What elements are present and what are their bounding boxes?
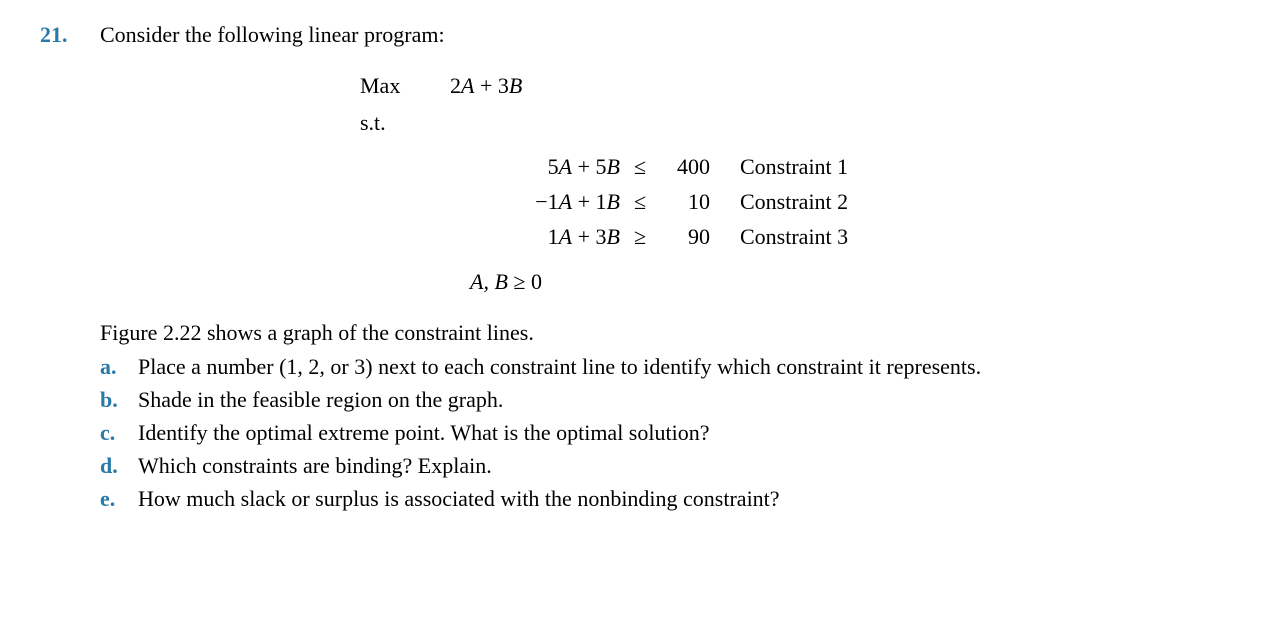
c3-coef2: 3 bbox=[596, 224, 607, 249]
obj-var2: B bbox=[509, 73, 522, 98]
question-number: 21. bbox=[40, 20, 100, 51]
constraint-label: Constraint 3 bbox=[740, 222, 848, 253]
constraint-op: ≥ bbox=[620, 222, 660, 253]
constraint-op: ≤ bbox=[620, 187, 660, 218]
subpart-letter: a. bbox=[100, 352, 138, 383]
constraint-rhs: 400 bbox=[660, 152, 710, 183]
constraint-label: Constraint 2 bbox=[740, 187, 848, 218]
constraints-block: 5A + 5B ≤ 400 Constraint 1 −1A + 1B ≤ 10… bbox=[420, 152, 1222, 252]
subpart-a: a. Place a number (1, 2, or 3) next to e… bbox=[100, 352, 1222, 383]
c1-coef1: 5 bbox=[548, 154, 559, 179]
constraint-label: Constraint 1 bbox=[740, 152, 848, 183]
objective-expr: 2A + 3B bbox=[450, 71, 522, 102]
subpart-text: Which constraints are binding? Explain. bbox=[138, 451, 1222, 482]
subpart-text: Shade in the feasible region on the grap… bbox=[138, 385, 1222, 416]
constraint-rhs: 10 bbox=[660, 187, 710, 218]
obj-coef2: 3 bbox=[498, 73, 509, 98]
st-row: s.t. bbox=[360, 108, 1222, 139]
constraint-op: ≤ bbox=[620, 152, 660, 183]
subpart-b: b. Shade in the feasible region on the g… bbox=[100, 385, 1222, 416]
constraint-row: 1A + 3B ≥ 90 Constraint 3 bbox=[420, 222, 1222, 253]
subpart-text: Place a number (1, 2, or 3) next to each… bbox=[138, 352, 1222, 383]
subpart-c: c. Identify the optimal extreme point. W… bbox=[100, 418, 1222, 449]
subpart-text: Identify the optimal extreme point. What… bbox=[138, 418, 1222, 449]
st-label: s.t. bbox=[360, 108, 450, 139]
max-label: Max bbox=[360, 71, 450, 102]
subpart-letter: d. bbox=[100, 451, 138, 482]
c3-var2: B bbox=[607, 224, 620, 249]
subpart-letter: c. bbox=[100, 418, 138, 449]
subpart-e: e. How much slack or surplus is associat… bbox=[100, 484, 1222, 515]
subparts-list: a. Place a number (1, 2, or 3) next to e… bbox=[100, 352, 1222, 514]
constraint-lhs: −1A + 1B bbox=[420, 187, 620, 218]
constraint-rhs: 90 bbox=[660, 222, 710, 253]
c1-var2: B bbox=[607, 154, 620, 179]
constraint-lhs: 5A + 5B bbox=[420, 152, 620, 183]
nonneg-op: ≥ bbox=[508, 269, 531, 294]
subpart-d: d. Which constraints are binding? Explai… bbox=[100, 451, 1222, 482]
constraint-lhs: 1A + 3B bbox=[420, 222, 620, 253]
c2-mid: + bbox=[572, 189, 595, 214]
subpart-text: How much slack or surplus is associated … bbox=[138, 484, 1222, 515]
c2-var1: A bbox=[559, 189, 572, 214]
obj-plus: + bbox=[474, 73, 497, 98]
nonneg-rhs: 0 bbox=[531, 269, 542, 294]
lp-block: Max 2A + 3B s.t. bbox=[360, 71, 1222, 139]
c3-var1: A bbox=[559, 224, 572, 249]
c3-mid: + bbox=[572, 224, 595, 249]
c2-var2: B bbox=[607, 189, 620, 214]
c2-coef2: 1 bbox=[596, 189, 607, 214]
figure-reference: Figure 2.22 shows a graph of the constra… bbox=[100, 318, 1222, 349]
obj-coef1: 2 bbox=[450, 73, 461, 98]
c1-var1: A bbox=[559, 154, 572, 179]
subpart-letter: b. bbox=[100, 385, 138, 416]
c3-coef1: 1 bbox=[548, 224, 559, 249]
constraint-row: −1A + 1B ≤ 10 Constraint 2 bbox=[420, 187, 1222, 218]
c1-mid: + bbox=[572, 154, 595, 179]
nonneg-vars: A, B bbox=[470, 269, 508, 294]
objective-row: Max 2A + 3B bbox=[360, 71, 1222, 102]
constraint-row: 5A + 5B ≤ 400 Constraint 1 bbox=[420, 152, 1222, 183]
nonnegativity-row: A, B ≥ 0 bbox=[470, 267, 1222, 298]
subpart-letter: e. bbox=[100, 484, 138, 515]
c1-coef2: 5 bbox=[596, 154, 607, 179]
c2-coef1: −1 bbox=[535, 189, 558, 214]
obj-var1: A bbox=[461, 73, 474, 98]
question-prompt: Consider the following linear program: bbox=[100, 20, 1222, 51]
question-header: 21. Consider the following linear progra… bbox=[40, 20, 1222, 51]
